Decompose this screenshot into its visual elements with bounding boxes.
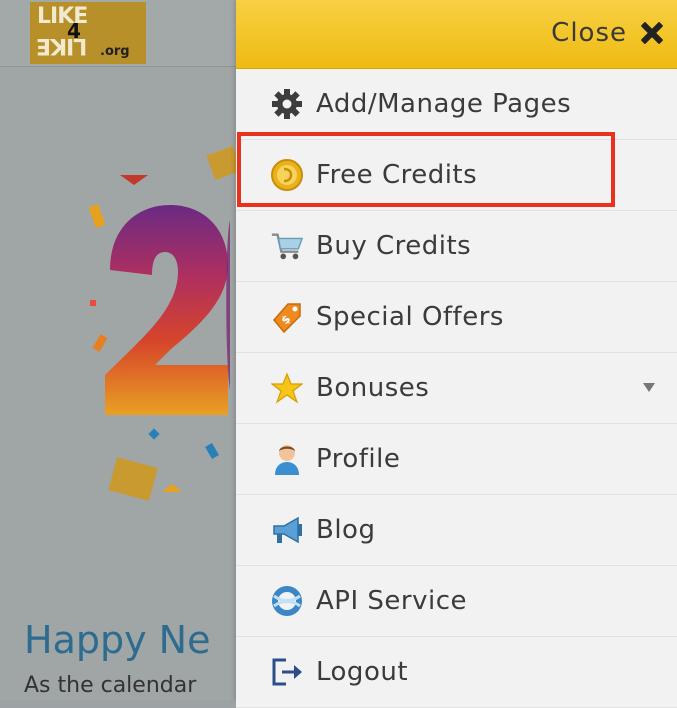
menu-item-buy-credits[interactable]: Buy Credits bbox=[236, 211, 677, 282]
logout-icon bbox=[270, 655, 304, 689]
new-year-number-graphic bbox=[105, 205, 230, 415]
menu-item-api-service[interactable]: API Service bbox=[236, 566, 677, 637]
confetti bbox=[90, 300, 96, 306]
close-label: Close bbox=[551, 18, 627, 48]
menu-item-label: Add/Manage Pages bbox=[316, 89, 572, 119]
confetti bbox=[148, 428, 160, 440]
chevron-down-icon[interactable] bbox=[643, 383, 655, 392]
background-subtext: As the calendar bbox=[24, 673, 197, 698]
menu-item-label: Buy Credits bbox=[316, 231, 472, 261]
menu-item-profile[interactable]: Profile bbox=[236, 424, 677, 495]
close-icon bbox=[641, 22, 663, 44]
menu-item-label: Free Credits bbox=[316, 160, 478, 190]
menu-item-label: Profile bbox=[316, 444, 401, 474]
menu-item-label: API Service bbox=[316, 586, 467, 616]
menu-item-label: Bonuses bbox=[316, 373, 430, 403]
coin-icon bbox=[270, 158, 304, 192]
menu-item-label: Blog bbox=[316, 515, 376, 545]
menu-header: Close bbox=[236, 0, 677, 69]
menu-item-label: Special Offers bbox=[316, 302, 504, 332]
confetti bbox=[162, 484, 182, 492]
gear-icon bbox=[270, 87, 304, 121]
logo-bottom-text: LIKE bbox=[37, 33, 88, 58]
menu-item-logout[interactable]: Logout bbox=[236, 637, 677, 708]
confetti bbox=[120, 175, 148, 185]
menu-item-blog[interactable]: Blog bbox=[236, 495, 677, 566]
menu-item-free-credits[interactable]: Free Credits bbox=[236, 140, 677, 211]
menu-item-add-manage-pages[interactable]: Add/Manage Pages bbox=[236, 69, 677, 140]
menu-item-label: Logout bbox=[316, 657, 409, 687]
background-heading: Happy Ne bbox=[24, 618, 211, 662]
megaphone-icon bbox=[270, 513, 304, 547]
api-globe-icon bbox=[270, 584, 304, 618]
user-icon bbox=[270, 442, 304, 476]
cart-icon bbox=[270, 229, 304, 263]
confetti bbox=[205, 442, 219, 460]
site-logo[interactable]: LIKE 4 LIKE .org bbox=[30, 2, 146, 64]
star-icon bbox=[270, 371, 304, 405]
confetti bbox=[108, 457, 158, 501]
side-menu: Close Add/Manage Pages Free Credits Buy … bbox=[236, 0, 677, 708]
close-button[interactable]: Close bbox=[551, 18, 663, 48]
logo-suffix: .org bbox=[100, 44, 130, 59]
menu-item-bonuses[interactable]: Bonuses bbox=[236, 353, 677, 424]
price-tag-icon: $ bbox=[270, 300, 304, 334]
menu-item-special-offers[interactable]: $ Special Offers bbox=[236, 282, 677, 353]
